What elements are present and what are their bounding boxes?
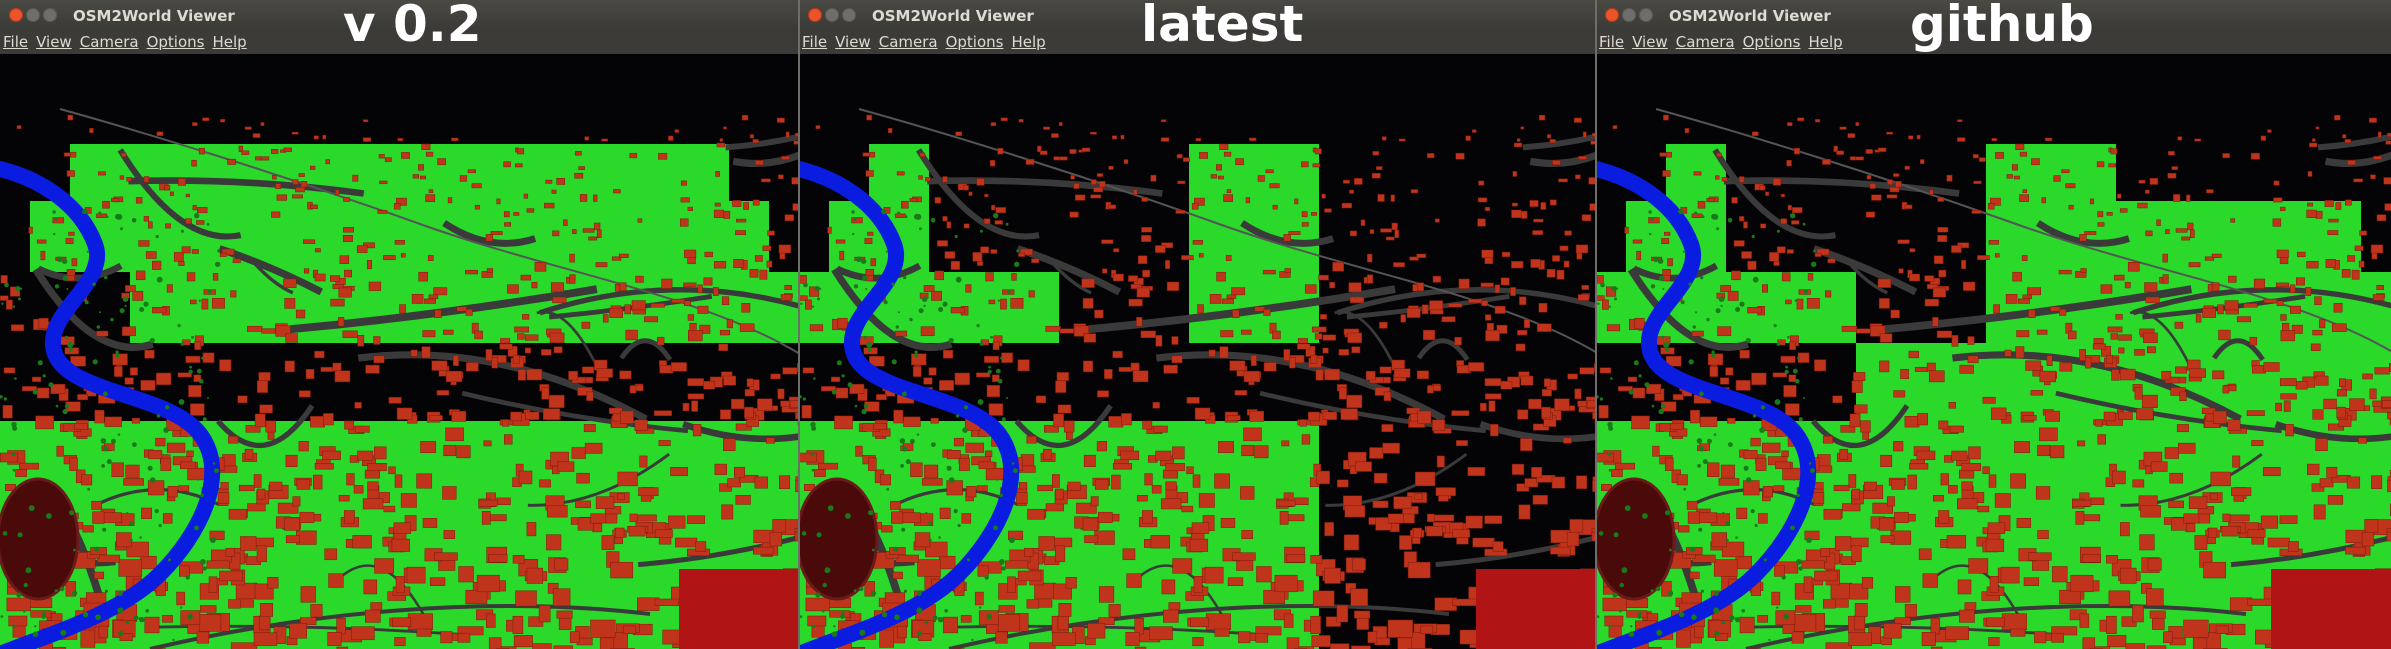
map-viewport[interactable] <box>799 54 1596 649</box>
minimize-window-button[interactable] <box>1622 8 1636 22</box>
grass-tile <box>1986 144 2116 201</box>
maximize-window-button[interactable] <box>842 8 856 22</box>
menu-options[interactable]: Options <box>1743 33 1801 51</box>
version-overlay-label: v 0.2 <box>343 0 482 53</box>
window-title: OSM2World Viewer <box>1669 7 1831 25</box>
grass-tile <box>929 272 1059 343</box>
close-window-button[interactable] <box>1605 8 1619 22</box>
menu-camera[interactable]: Camera <box>1676 33 1735 51</box>
menu-options[interactable]: Options <box>946 33 1004 51</box>
grass-tile <box>2246 201 2361 272</box>
menu-help[interactable]: Help <box>1011 33 1045 51</box>
window-separator <box>1595 0 1597 649</box>
map-viewport[interactable] <box>1596 54 2391 649</box>
window-title: OSM2World Viewer <box>872 7 1034 25</box>
menu-help[interactable]: Help <box>212 33 246 51</box>
menu-file[interactable]: File <box>802 33 827 51</box>
menu-view[interactable]: View <box>1632 33 1668 51</box>
version-overlay-label: latest <box>1141 0 1304 53</box>
grass-tile <box>1726 272 1856 343</box>
window-title: OSM2World Viewer <box>73 7 235 25</box>
menu-camera[interactable]: Camera <box>879 33 938 51</box>
maximize-window-button[interactable] <box>43 8 57 22</box>
menu-view[interactable]: View <box>835 33 871 51</box>
menu-options[interactable]: Options <box>147 33 205 51</box>
grass-tile <box>260 144 390 201</box>
close-window-button[interactable] <box>9 8 23 22</box>
grass-tile <box>130 272 260 343</box>
city-scene <box>799 54 1596 649</box>
menu-camera[interactable]: Camera <box>80 33 139 51</box>
minimize-window-button[interactable] <box>26 8 40 22</box>
grass-tile <box>520 144 650 201</box>
viewer-window-github: OSM2World Viewer File View Camera Options He… <box>1596 0 2391 649</box>
maximize-window-button[interactable] <box>1639 8 1653 22</box>
close-window-button[interactable] <box>808 8 822 22</box>
city-scene <box>1596 54 2391 649</box>
menu-help[interactable]: Help <box>1808 33 1842 51</box>
version-overlay-label: github <box>1910 0 2094 53</box>
city-scene <box>0 54 799 649</box>
minimize-window-button[interactable] <box>825 8 839 22</box>
window-separator <box>798 0 800 649</box>
map-viewport[interactable] <box>0 54 799 649</box>
menu-file[interactable]: File <box>3 33 28 51</box>
viewer-window-v02: OSM2World Viewer File View Camera Options He… <box>0 0 799 649</box>
grass-tile <box>650 201 769 272</box>
viewer-window-latest: OSM2World Viewer File View Camera Options He… <box>799 0 1596 649</box>
grass-tile <box>1189 144 1319 201</box>
menu-view[interactable]: View <box>36 33 72 51</box>
menu-file[interactable]: File <box>1599 33 1624 51</box>
